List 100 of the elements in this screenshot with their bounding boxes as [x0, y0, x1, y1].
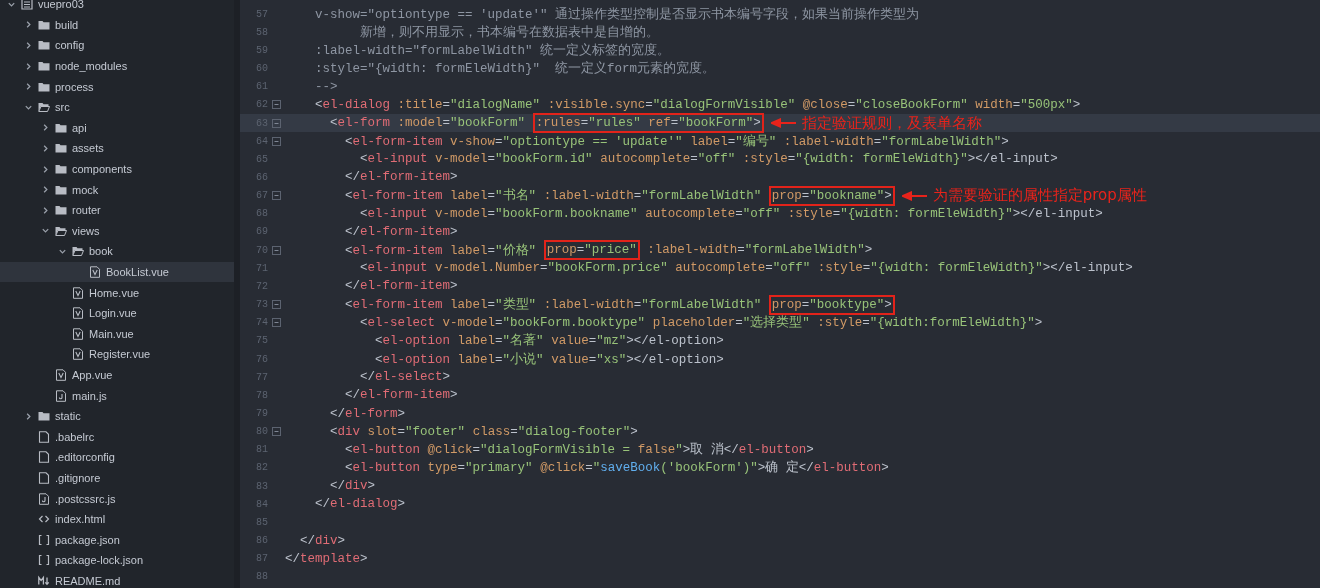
code-text: </el-form> — [329, 406, 406, 421]
fold-icon[interactable] — [272, 100, 281, 110]
code-text: </el-form-item> — [344, 170, 458, 185]
file-icon — [38, 492, 50, 505]
code-text: </el-select> — [359, 370, 451, 385]
tree-item[interactable]: main.js — [0, 385, 234, 406]
tree-item[interactable]: config — [0, 35, 234, 56]
line-number: 82 — [255, 462, 268, 474]
chevron-icon[interactable] — [6, 0, 16, 9]
tree-item[interactable]: .postcssrc.js — [0, 488, 234, 509]
code-text: <div slot="footer" class="dialog-footer"> — [329, 424, 638, 439]
tree-item[interactable]: Main.vue — [0, 323, 234, 345]
fold-icon[interactable] — [272, 245, 281, 255]
file-icon — [55, 369, 67, 381]
folder-icon — [38, 60, 50, 73]
line-number: 64 — [255, 135, 268, 147]
item-label: vuepro03 — [38, 0, 84, 11]
code-text: </div> — [299, 533, 346, 548]
fold-icon[interactable] — [272, 136, 281, 146]
chevron-icon[interactable] — [40, 226, 50, 236]
item-label: book — [89, 245, 113, 258]
tree-item[interactable]: src — [0, 96, 234, 118]
code-text: <el-button type="primary" @click="saveBook('bookForm')">确 定</el-button> — [344, 459, 889, 477]
file-icon — [89, 266, 101, 278]
item-label: build — [55, 18, 79, 31]
item-label: router — [72, 204, 101, 217]
code-text: </el-form-item> — [344, 224, 458, 239]
item-label: api — [72, 121, 87, 134]
line-number: 74 — [255, 317, 268, 329]
fold-icon[interactable] — [272, 427, 281, 437]
tree-item[interactable]: router — [0, 199, 234, 221]
tree-item[interactable]: api — [0, 117, 234, 139]
file-icon — [38, 471, 50, 484]
open-folder-icon — [38, 101, 50, 114]
tree-item[interactable]: build — [0, 14, 234, 36]
item-label: Main.vue — [89, 327, 134, 340]
fold-icon[interactable] — [272, 318, 281, 328]
tree-item[interactable]: Login.vue — [0, 302, 234, 324]
item-label: config — [55, 39, 85, 52]
open-folder-icon — [72, 245, 84, 258]
item-label: BookList.vue — [106, 266, 169, 278]
tree-item[interactable]: node_modules — [0, 55, 234, 77]
tree-item[interactable]: .editorconfig — [0, 447, 234, 468]
tree-item[interactable]: .babelrc — [0, 426, 234, 448]
line-number: 73 — [255, 299, 268, 311]
tree-item[interactable]: process — [0, 76, 234, 97]
line-number: 65 — [255, 153, 268, 165]
code-text: 新增，则不用显示，书本编号在数据表中是自增的。 — [359, 24, 659, 41]
code-text: :label-width="formLabelWidth"> — [646, 243, 873, 258]
tree-item[interactable]: index.html — [0, 508, 234, 530]
tree-item[interactable]: App.vue — [0, 364, 234, 386]
tree-item[interactable]: mock — [0, 179, 234, 200]
open-folder-icon — [55, 224, 67, 237]
tree-item[interactable]: book — [0, 241, 234, 262]
tree-item[interactable]: Home.vue — [0, 282, 234, 303]
folder-icon — [38, 80, 50, 93]
folder-icon — [38, 18, 50, 31]
item-label: process — [55, 80, 94, 93]
code-text: <el-form-item label="书名" :label-width="formLabelWidth" — [344, 187, 763, 205]
code-text: </el-form-item> — [344, 279, 458, 294]
line-number: 62 — [255, 99, 268, 111]
tree-item[interactable]: README.md — [0, 570, 234, 588]
line-number: 76 — [255, 353, 268, 365]
fold-icon[interactable] — [272, 191, 281, 201]
code-text: <el-select v-model="bookForm.booktype" placeholder="选择类型" :style="{width:formEleWidth}"> — [359, 314, 1043, 332]
project-icon — [21, 0, 33, 11]
tree-item[interactable]: Register.vue — [0, 344, 234, 365]
fold-icon[interactable] — [272, 118, 281, 128]
item-label: .babelrc — [55, 430, 95, 443]
code-text: <el-input v-model="bookForm.bookname" autocomplete="off" :style="{width: formEleWidth}"></el-input> — [359, 206, 1103, 221]
tree-item[interactable]: components — [0, 158, 234, 180]
folder-icon — [55, 204, 67, 217]
code-text: </div> — [329, 479, 376, 494]
highlight-box: prop="price" — [543, 240, 640, 261]
fold-icon[interactable] — [272, 300, 281, 310]
tree-item[interactable]: views — [0, 220, 234, 242]
item-label: App.vue — [72, 369, 113, 381]
tree-item[interactable]: .gitignore — [0, 467, 234, 489]
item-label: Login.vue — [89, 307, 137, 320]
tree-item[interactable]: assets — [0, 138, 234, 159]
line-number: 61 — [255, 81, 268, 93]
tree-item[interactable]: static — [0, 405, 234, 427]
tree-item[interactable]: vuepro03 — [0, 0, 234, 15]
tree-item[interactable]: package-lock.json — [0, 550, 234, 571]
line-number: 59 — [255, 44, 268, 56]
item-label: .editorconfig — [55, 451, 115, 464]
code-text: :label-width="formLabelWidth" 统一定义标签的宽度。 — [314, 42, 671, 59]
brackets-icon — [38, 533, 50, 546]
item-label: index.html — [55, 513, 106, 526]
code-text: --> — [314, 79, 338, 94]
code-text: v-show="optiontype == 'update'" 通过操作类型控制是否显示书本编号字段，如果当前操作类型为 — [314, 6, 920, 23]
line-number: 81 — [255, 444, 268, 456]
code-text: </template> — [285, 551, 368, 566]
tree-item[interactable]: package.json — [0, 529, 234, 551]
code-text: <el-dialog :title="dialogName" :visible.sync="dialogFormVisible" @close="closeBookForm" width="500px"> — [314, 97, 1081, 112]
code-text: :style="{width: formEleWidth}" 统一定义form元素的宽度。 — [314, 60, 716, 78]
line-number: 77 — [255, 371, 268, 383]
item-label: README.md — [55, 574, 121, 587]
file-icon — [72, 348, 84, 361]
tree-item[interactable]: BookList.vue — [0, 261, 234, 283]
